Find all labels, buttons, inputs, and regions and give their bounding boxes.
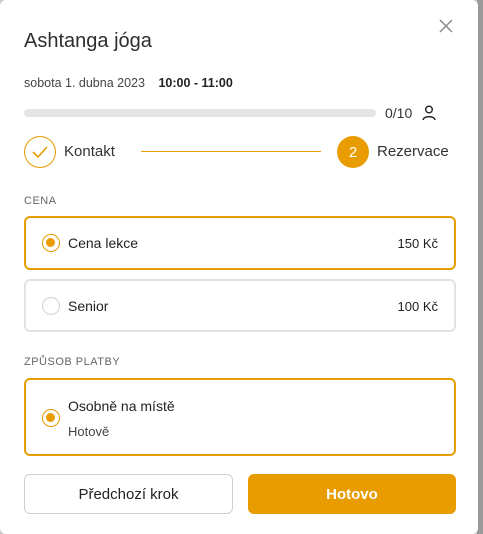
capacity-count: 0/10 [385, 105, 413, 121]
step-number-badge: 2 [337, 136, 369, 168]
modal-title: Ashtanga jóga [24, 30, 152, 52]
payment-option-name: Osobně na místě [68, 398, 175, 414]
time-text: 10:00 - 11:00 [158, 76, 233, 90]
capacity-bar [24, 109, 376, 117]
payment-option-detail: Hotově [68, 424, 110, 439]
person-icon [422, 105, 436, 121]
radio-selected[interactable] [42, 234, 60, 252]
previous-step-button[interactable]: Předchozí krok [24, 474, 233, 514]
date-text: sobota 1. dubna 2023 [24, 76, 145, 90]
check-icon [24, 136, 56, 168]
price-option-price: 150 Kč [397, 236, 438, 251]
price-option-name: Senior [68, 298, 109, 314]
done-button[interactable]: Hotovo [248, 474, 456, 514]
capacity-indicator: 0/10 [24, 104, 440, 122]
price-option-price: 100 Kč [397, 299, 438, 314]
step-contact-label: Kontakt [64, 143, 115, 160]
step-connector [141, 151, 321, 152]
date-time-row: sobota 1. dubna 2023 10:00 - 11:00 [24, 76, 233, 90]
radio-unselected[interactable] [42, 297, 60, 315]
radio-selected[interactable] [42, 409, 60, 427]
payment-section-label: ZPŮSOB PLATBY [24, 356, 121, 368]
close-icon[interactable] [434, 14, 458, 38]
price-option-lesson[interactable]: Cena lekce 150 Kč [24, 216, 456, 270]
price-option-senior[interactable]: Senior 100 Kč [24, 279, 456, 332]
payment-option-onsite[interactable]: Osobně na místě Hotově [24, 378, 456, 456]
step-reservation-label: Rezervace [377, 143, 449, 160]
reservation-modal: Ashtanga jóga sobota 1. dubna 2023 10:00… [0, 0, 478, 534]
price-option-name: Cena lekce [68, 235, 139, 251]
price-section-label: CENA [24, 195, 57, 207]
step-indicator: Kontakt 2 Rezervace [24, 136, 456, 170]
